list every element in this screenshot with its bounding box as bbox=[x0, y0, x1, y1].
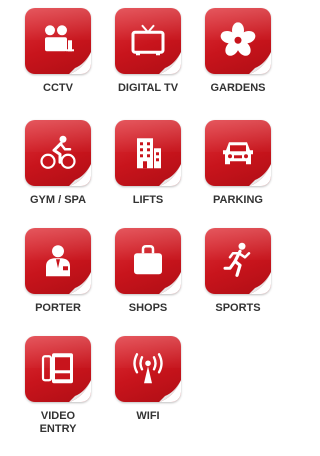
amenity-label: PARKING bbox=[213, 194, 263, 206]
amenity-sports[interactable]: SPORTS bbox=[193, 228, 283, 315]
amenity-label: CCTV bbox=[43, 82, 73, 94]
amenity-tile bbox=[205, 8, 271, 74]
amenity-porter[interactable]: PORTER bbox=[13, 228, 103, 315]
amenity-tile bbox=[25, 336, 91, 402]
amenity-label: GARDENS bbox=[210, 82, 266, 94]
wifi-tower-icon bbox=[133, 353, 163, 384]
amenity-label: DIGITAL TV bbox=[117, 82, 179, 94]
amenity-tile bbox=[115, 336, 181, 402]
amenity-wifi[interactable]: WIFI bbox=[103, 336, 193, 423]
amenity-gardens[interactable]: GARDENS bbox=[193, 8, 283, 95]
amenity-label: SPORTS bbox=[215, 302, 261, 314]
amenity-tile bbox=[25, 228, 91, 294]
amenity-label: GYM / SPA bbox=[29, 194, 87, 206]
amenity-shops[interactable]: SHOPS bbox=[103, 228, 193, 315]
amenity-tile bbox=[25, 120, 91, 186]
amenities-grid: CCTV DIGITAL TV GARDENS GYM / SPA LIFTS … bbox=[0, 0, 288, 456]
building-icon bbox=[137, 138, 161, 169]
television-icon bbox=[131, 24, 165, 56]
amenity-parking[interactable]: PARKING bbox=[193, 120, 283, 207]
amenity-tile bbox=[115, 228, 181, 294]
amenity-label: WIFI bbox=[136, 410, 160, 422]
amenity-label: SHOPS bbox=[128, 302, 168, 314]
cyclist-icon bbox=[40, 135, 76, 169]
shopping-bag-icon bbox=[134, 245, 162, 275]
amenity-label: LIFTS bbox=[132, 194, 164, 206]
amenity-gym-spa[interactable]: GYM / SPA bbox=[13, 120, 103, 207]
amenity-tile bbox=[25, 8, 91, 74]
flower-icon bbox=[220, 22, 256, 56]
amenity-tile bbox=[205, 228, 271, 294]
porter-icon bbox=[46, 245, 70, 277]
video-intercom-icon bbox=[41, 353, 73, 384]
amenity-tile bbox=[115, 8, 181, 74]
amenity-video-entry[interactable]: VIDEO ENTRY bbox=[13, 336, 103, 436]
amenity-lifts[interactable]: LIFTS bbox=[103, 120, 193, 207]
runner-icon bbox=[223, 242, 251, 277]
amenity-tile bbox=[115, 120, 181, 186]
car-icon bbox=[223, 142, 253, 165]
amenity-cctv[interactable]: CCTV bbox=[13, 8, 103, 95]
cctv-camera-icon bbox=[45, 25, 74, 52]
amenity-digital-tv[interactable]: DIGITAL TV bbox=[103, 8, 193, 95]
amenity-label: PORTER bbox=[35, 302, 81, 314]
amenity-tile bbox=[205, 120, 271, 186]
amenity-label: VIDEO ENTRY bbox=[39, 410, 77, 435]
